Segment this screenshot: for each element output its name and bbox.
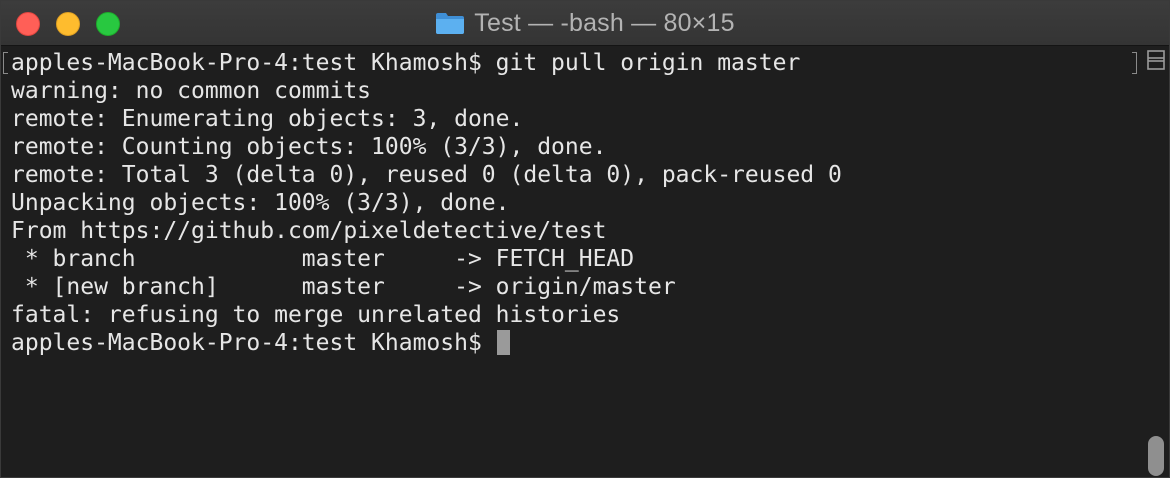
- terminal-window: Test — -bash — 80×15 apples-MacBook-Pro-…: [0, 0, 1170, 478]
- window-title-group: Test — -bash — 80×15: [1, 1, 1169, 45]
- terminal-line: remote: Counting objects: 100% (3/3), do…: [11, 134, 607, 160]
- title-bar[interactable]: Test — -bash — 80×15: [1, 1, 1169, 46]
- scrollbar-thumb[interactable]: [1148, 436, 1164, 476]
- folder-icon: [436, 13, 465, 34]
- terminal-output[interactable]: apples-MacBook-Pro-4:test Khamosh$ git p…: [1, 46, 1141, 477]
- terminal-line: From https://github.com/pixeldetective/t…: [11, 218, 607, 244]
- terminal-line: fatal: refusing to merge unrelated histo…: [11, 302, 621, 328]
- shell-prompt: apples-MacBook-Pro-4:test Khamosh$: [11, 330, 496, 356]
- scroll-column: [1143, 46, 1169, 477]
- terminal-line: remote: Enumerating objects: 3, done.: [11, 106, 524, 132]
- window-title: Test — -bash — 80×15: [474, 8, 735, 37]
- text-cursor: [496, 330, 510, 355]
- terminal-line: Unpacking objects: 100% (3/3), done.: [11, 190, 510, 216]
- split-pane-icon[interactable]: [1147, 50, 1165, 70]
- terminal-line: * branch master -> FETCH_HEAD: [11, 246, 635, 272]
- terminal-line: * [new branch] master -> origin/master: [11, 274, 676, 300]
- terminal-line: remote: Total 3 (delta 0), reused 0 (del…: [11, 162, 842, 188]
- terminal-line: apples-MacBook-Pro-4:test Khamosh$ git p…: [11, 50, 801, 76]
- terminal-line: warning: no common commits: [11, 78, 372, 104]
- prompt-line[interactable]: apples-MacBook-Pro-4:test Khamosh$: [11, 329, 1141, 357]
